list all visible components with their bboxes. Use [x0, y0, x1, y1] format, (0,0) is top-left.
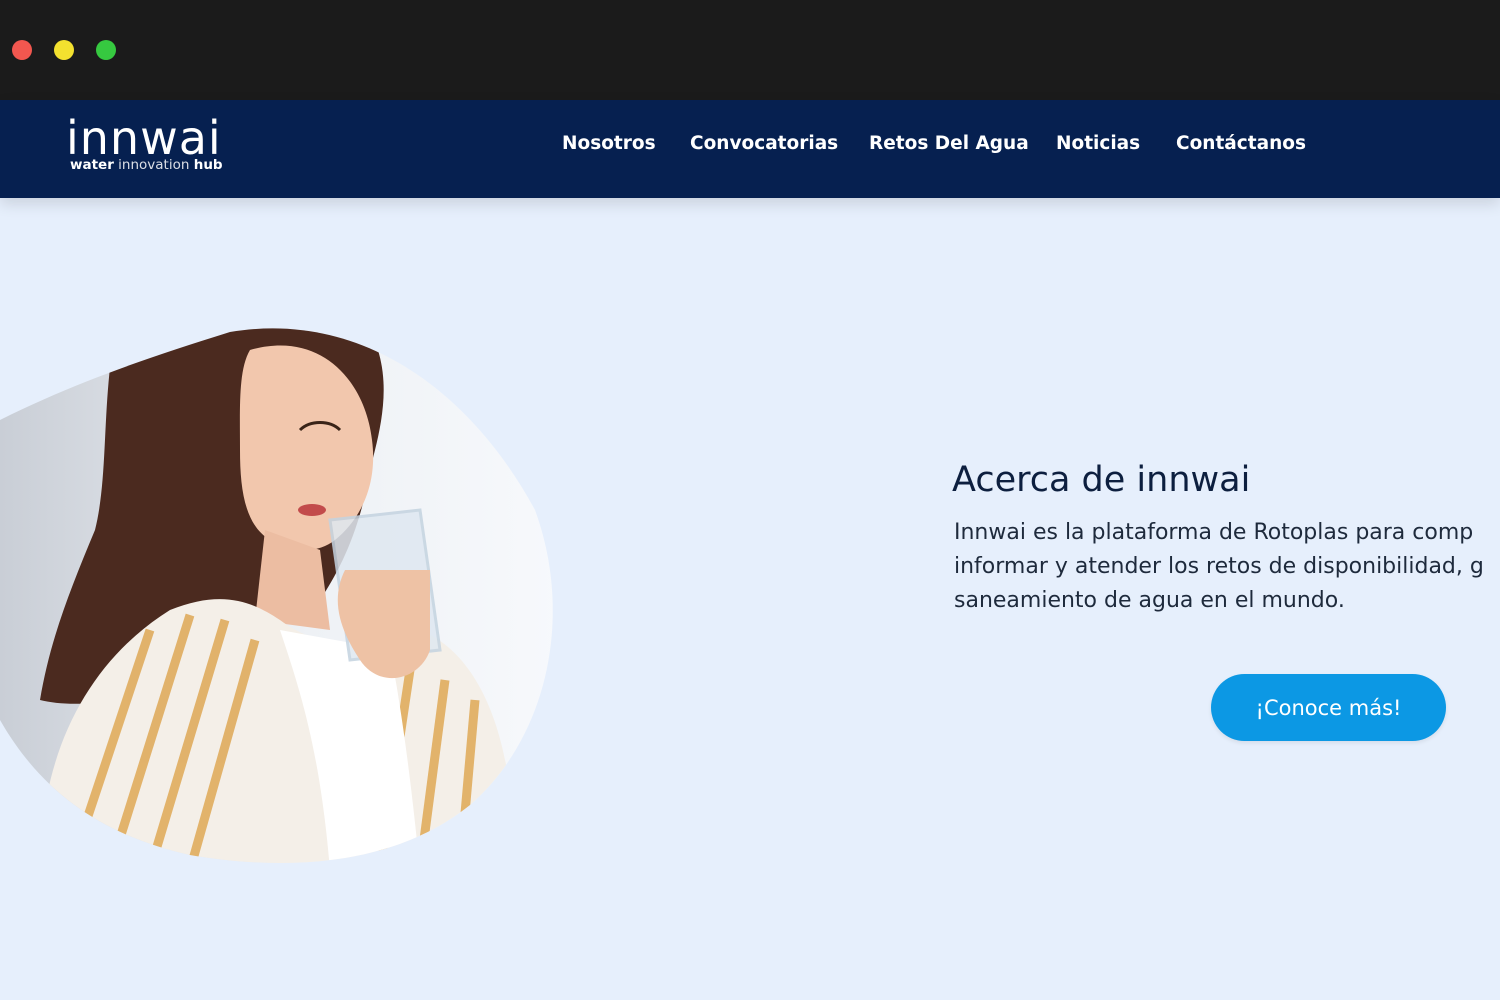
- logo-tagline-water: water: [70, 157, 114, 173]
- hero-illustration: [0, 328, 553, 864]
- logo-tagline: water innovation hub: [70, 157, 223, 173]
- nav-link-contactanos[interactable]: Contáctanos: [1176, 130, 1306, 158]
- logo-tagline-innovation: innovation: [118, 157, 190, 173]
- window-maximize-button[interactable]: [96, 40, 116, 60]
- about-description-line: informar y atender los retos de disponib…: [954, 554, 1484, 579]
- about-description: Innwai es la plataforma de Rotoplas para…: [954, 516, 1500, 618]
- window-close-button[interactable]: [12, 40, 32, 60]
- nav-link-convocatorias[interactable]: Convocatorias: [690, 130, 838, 158]
- top-navbar: innwai water innovation hub Nosotros Con…: [0, 100, 1500, 198]
- logo-tagline-hub: hub: [193, 157, 223, 173]
- window-minimize-button[interactable]: [54, 40, 74, 60]
- nav-link-noticias[interactable]: Noticias: [1056, 130, 1140, 158]
- conoce-mas-button[interactable]: ¡Conoce más!: [1211, 674, 1446, 741]
- browser-window-chrome: [0, 0, 1500, 100]
- about-description-line: Innwai es la plataforma de Rotoplas para…: [954, 520, 1474, 545]
- nav-link-nosotros[interactable]: Nosotros: [562, 130, 656, 158]
- nav-link-retos-del-agua[interactable]: Retos Del Agua: [869, 130, 1029, 158]
- about-description-line: saneamiento de agua en el mundo.: [954, 588, 1345, 613]
- innwai-logo[interactable]: innwai water innovation hub: [66, 111, 266, 184]
- about-title: Acerca de innwai: [952, 460, 1251, 500]
- hero-woman-drinking-image: [0, 270, 560, 870]
